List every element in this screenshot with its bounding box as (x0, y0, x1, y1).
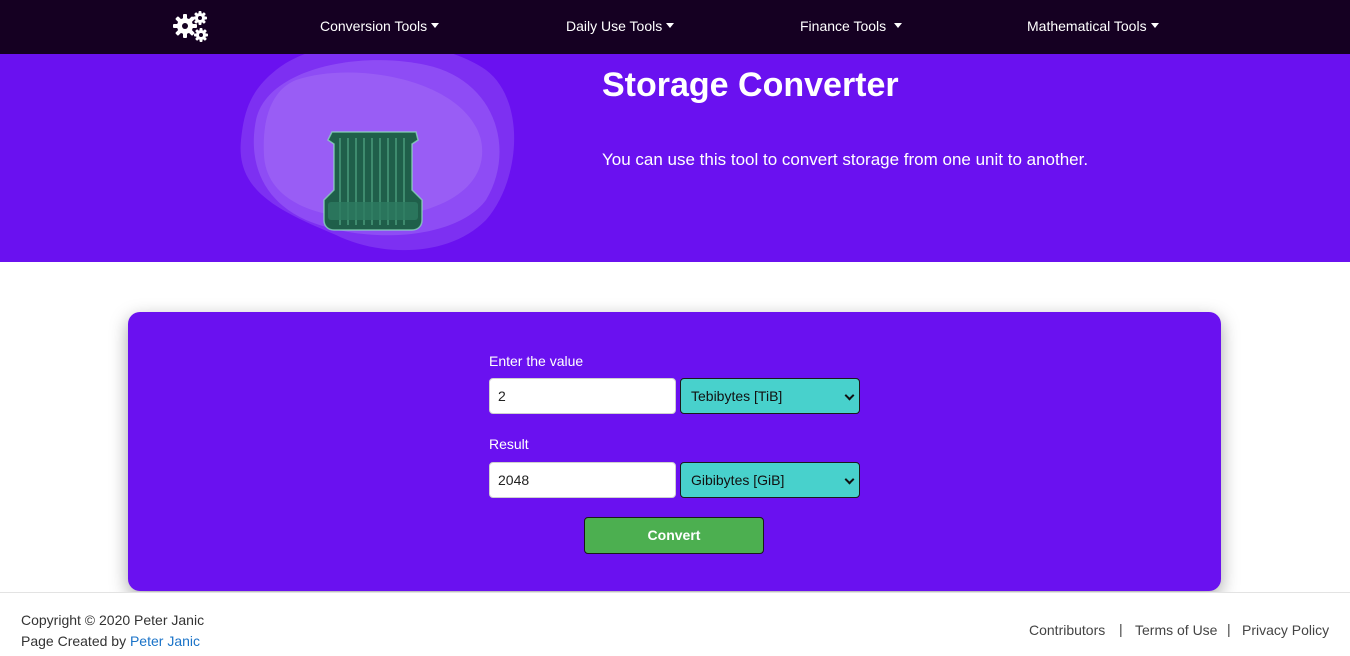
footer: Copyright © 2020 Peter Janic Page Create… (0, 592, 1350, 656)
from-unit-value: Tebibytes [TiB] (691, 388, 783, 404)
page-description: You can use this tool to convert storage… (602, 150, 1089, 169)
page-title: Storage Converter (602, 66, 899, 104)
result-label: Result (489, 436, 529, 452)
nav-daily-use-tools[interactable]: Daily Use Tools (566, 18, 675, 34)
footer-separator: | (1119, 621, 1123, 637)
to-unit-value: Gibibytes [GiB] (691, 472, 785, 488)
nav-item-label: Conversion Tools (320, 18, 428, 34)
contributors-link[interactable]: Contributors (1029, 622, 1105, 638)
privacy-policy-link[interactable]: Privacy Policy (1242, 622, 1329, 638)
convert-button[interactable]: Convert (584, 517, 764, 554)
result-input[interactable]: 2048 (489, 462, 676, 498)
caret-down-icon (666, 22, 675, 28)
nav-mathematical-tools[interactable]: Mathematical Tools (1027, 18, 1159, 34)
nav-item-label: Finance Tools (800, 18, 887, 34)
value-label: Enter the value (489, 353, 584, 369)
storage-drive-icon (240, 54, 515, 251)
footer-separator: | (1227, 621, 1231, 637)
converter-card: Enter the value 2 Tebibytes [TiB] Result… (128, 312, 1221, 591)
to-unit-select[interactable]: Gibibytes [GiB] (680, 462, 860, 498)
hero-banner: Storage Converter You can use this tool … (0, 54, 1350, 262)
nav-item-label: Mathematical Tools (1027, 18, 1147, 34)
nav-item-label: Daily Use Tools (566, 18, 663, 34)
author-link[interactable]: Peter Janic (130, 633, 200, 649)
top-navbar: Conversion Tools Daily Use Tools Finance… (0, 0, 1350, 54)
chevron-down-icon (844, 390, 855, 401)
terms-of-use-link[interactable]: Terms of Use (1135, 622, 1217, 638)
created-by-text: Page Created by Peter Janic (21, 633, 200, 649)
value-input[interactable]: 2 (489, 378, 676, 414)
caret-down-icon (1150, 22, 1159, 28)
from-unit-select[interactable]: Tebibytes [TiB] (680, 378, 860, 414)
nav-finance-tools[interactable]: Finance Tools (800, 18, 903, 34)
caret-down-icon (894, 22, 903, 28)
caret-down-icon (431, 22, 440, 28)
created-prefix: Page Created by (21, 633, 130, 649)
chevron-down-icon (844, 474, 855, 485)
nav-conversion-tools[interactable]: Conversion Tools (320, 18, 440, 34)
copyright-text: Copyright © 2020 Peter Janic (21, 612, 205, 628)
gears-icon[interactable] (172, 10, 210, 44)
